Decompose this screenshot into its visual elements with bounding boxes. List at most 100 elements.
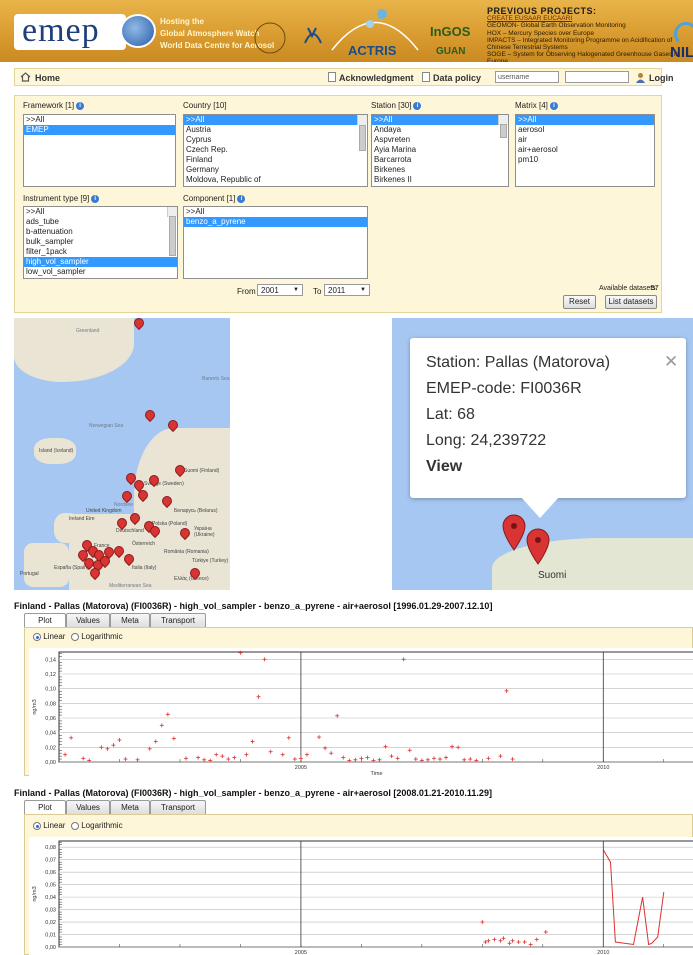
list-item[interactable]: high_vol_sampler — [24, 257, 177, 267]
list-item[interactable]: Andaya — [372, 125, 508, 135]
list-item[interactable]: b-attenuation — [24, 227, 177, 237]
list-item[interactable]: air — [516, 135, 654, 145]
list-item[interactable]: Finland — [184, 155, 367, 165]
username-input[interactable]: username — [495, 71, 559, 83]
station-marker[interactable] — [175, 465, 183, 475]
tab-transport[interactable]: Transport — [150, 613, 206, 627]
list-datasets-button[interactable]: List datasets — [605, 295, 657, 309]
map-label: România (Romania) — [164, 549, 209, 555]
station-marker[interactable] — [134, 480, 142, 490]
list-item[interactable]: >>All — [24, 115, 175, 125]
list-item[interactable]: Germany — [184, 165, 367, 175]
list-item[interactable]: Barcarrota — [372, 155, 508, 165]
tab-meta[interactable]: Meta — [110, 800, 150, 814]
list-item[interactable]: Moldova, Republic of — [184, 175, 367, 185]
info-icon[interactable]: i — [76, 101, 85, 110]
list-item[interactable]: Czech Rep. — [184, 145, 367, 155]
login-link[interactable]: Login — [649, 73, 674, 83]
password-input[interactable] — [565, 71, 629, 83]
list-item[interactable]: Birkenes — [372, 165, 508, 175]
station-marker[interactable] — [190, 568, 198, 578]
station-marker[interactable] — [138, 490, 146, 500]
from-label: From — [237, 287, 256, 296]
info-icon[interactable]: i — [91, 194, 100, 203]
list-item[interactable]: benzo_a_pyrene — [184, 217, 367, 227]
home-icon[interactable] — [20, 72, 31, 82]
station-marker[interactable] — [114, 546, 122, 556]
station-marker[interactable] — [150, 526, 158, 536]
popup-view-link[interactable]: View — [426, 458, 462, 476]
station-list[interactable]: >>All Andaya Aspvreten Ayia Marina Barca… — [371, 114, 509, 187]
linear-option[interactable]: Linear — [33, 632, 65, 641]
list-item[interactable]: aerosol — [516, 125, 654, 135]
linear-option[interactable]: Linear — [33, 821, 65, 830]
list-item[interactable]: bulk_sampler — [24, 237, 177, 247]
station-marker[interactable] — [100, 556, 108, 566]
list-item[interactable]: Ayia Marina — [372, 145, 508, 155]
country-list[interactable]: >>All Austria Cyprus Czech Rep. Finland … — [183, 114, 368, 187]
framework-list[interactable]: >>All EMEP — [23, 114, 176, 187]
to-year-select[interactable]: 2011 ▼ — [324, 284, 370, 296]
info-icon[interactable]: i — [413, 101, 422, 110]
emep-logo[interactable]: emep — [22, 12, 100, 50]
scrollbar[interactable] — [167, 207, 177, 256]
from-year-select[interactable]: 2001 ▼ — [257, 284, 303, 296]
station-marker[interactable] — [126, 473, 134, 483]
component-list[interactable]: >>All benzo_a_pyrene — [183, 206, 368, 279]
list-item[interactable]: air+aerosol — [516, 145, 654, 155]
tab-transport[interactable]: Transport — [150, 800, 206, 814]
list-item[interactable]: Cyprus — [184, 135, 367, 145]
plot1-panel: Linear Logarithmic 0,00 0,02 0,04 0,06 0,08 0… — [24, 627, 693, 777]
tab-plot[interactable]: Plot — [24, 800, 66, 814]
list-item[interactable]: >>All — [372, 115, 508, 125]
scrollbar[interactable] — [498, 115, 508, 138]
station-marker[interactable] — [90, 568, 98, 578]
station-marker[interactable] — [117, 518, 125, 528]
station-marker[interactable] — [84, 558, 92, 568]
list-item[interactable]: >>All — [24, 207, 177, 217]
list-item[interactable]: pm10 — [516, 155, 654, 165]
list-item[interactable]: Aspvreten — [372, 135, 508, 145]
list-item[interactable]: >>All — [516, 115, 654, 125]
close-icon[interactable]: ✕ — [664, 352, 678, 372]
scrollbar[interactable] — [357, 115, 367, 151]
europe-map[interactable]: Greenland Barents Sea Norwegian Sea Isla… — [14, 318, 230, 590]
tab-values[interactable]: Values — [66, 613, 110, 627]
acknowledgment-link[interactable]: Acknowledgment — [339, 73, 414, 83]
tab-plot[interactable]: Plot — [24, 613, 66, 627]
station-marker[interactable] — [162, 496, 170, 506]
data-policy-link[interactable]: Data policy — [433, 73, 481, 83]
document-icon — [422, 72, 430, 82]
plot1-tab-bar: Plot Values Meta Transport — [14, 612, 693, 628]
list-item[interactable]: filter_1pack — [24, 247, 177, 257]
station-marker[interactable] — [168, 420, 176, 430]
info-icon[interactable]: i — [237, 194, 246, 203]
y-tick-label: 0,04 — [45, 895, 56, 901]
station-marker[interactable] — [180, 528, 188, 538]
instrument-list[interactable]: >>All ads_tube b-attenuation bulk_sample… — [23, 206, 178, 279]
selected-station-marker-icon[interactable] — [500, 513, 560, 573]
station-marker[interactable] — [130, 513, 138, 523]
y-tick-label: 0,06 — [45, 716, 56, 722]
station-marker[interactable] — [124, 554, 132, 564]
tab-values[interactable]: Values — [66, 800, 110, 814]
list-item[interactable]: ads_tube — [24, 217, 177, 227]
reset-button[interactable]: Reset — [563, 295, 596, 309]
list-item[interactable]: >>All — [184, 207, 367, 217]
list-item[interactable]: >>All — [184, 115, 367, 125]
list-item[interactable]: Austria — [184, 125, 367, 135]
info-icon[interactable]: i — [549, 101, 558, 110]
station-marker[interactable] — [122, 491, 130, 501]
tab-meta[interactable]: Meta — [110, 613, 150, 627]
previous-projects-link[interactable]: CREATE EUSAAR EUCAARI — [487, 15, 693, 22]
logarithmic-option[interactable]: Logarithmic — [71, 821, 123, 830]
list-item[interactable]: Birkenes II — [372, 175, 508, 185]
station-marker[interactable] — [134, 318, 142, 328]
matrix-list[interactable]: >>All aerosol air air+aerosol pm10 — [515, 114, 655, 187]
logarithmic-option[interactable]: Logarithmic — [71, 632, 123, 641]
station-marker[interactable] — [149, 475, 157, 485]
list-item[interactable]: EMEP — [24, 125, 175, 135]
list-item[interactable]: low_vol_sampler — [24, 267, 177, 277]
home-link[interactable]: Home — [35, 73, 60, 83]
station-marker[interactable] — [145, 410, 153, 420]
